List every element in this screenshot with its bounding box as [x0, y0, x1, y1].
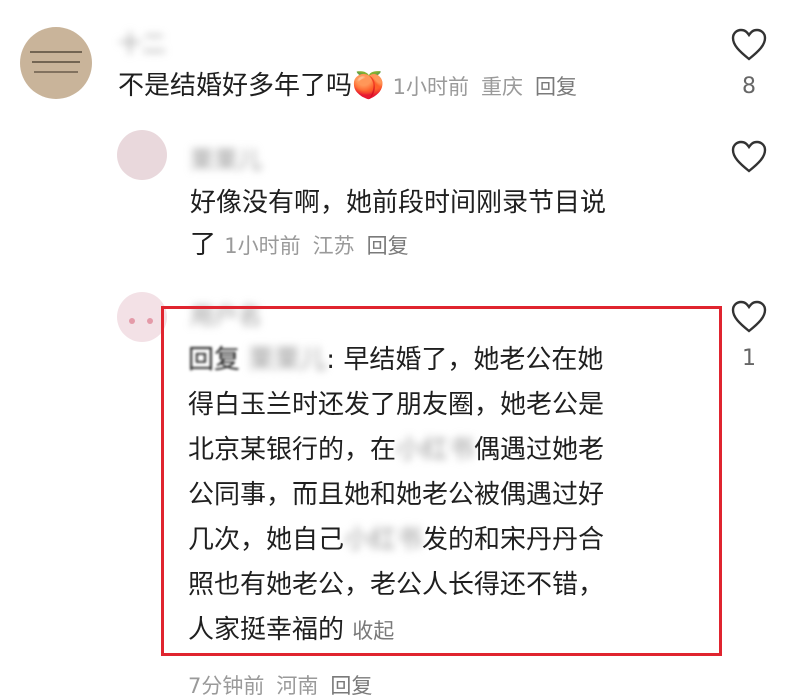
like-count: 1	[742, 346, 756, 371]
reply-button[interactable]: 回复	[330, 674, 372, 698]
reply-button[interactable]: 回复	[535, 75, 577, 99]
comment-text-content: 不是结婚好多年了吗	[118, 71, 353, 101]
comment-text-content: 了	[190, 230, 217, 260]
heart-icon[interactable]	[731, 300, 767, 334]
username[interactable]: 栗栗儿	[190, 140, 262, 175]
heart-icon[interactable]	[731, 140, 767, 174]
heart-icon[interactable]	[731, 28, 767, 62]
comment-text-line: 好像没有啊，她前段时间刚录节目说	[190, 188, 607, 218]
location: 重庆	[481, 75, 524, 99]
avatar[interactable]	[117, 292, 167, 342]
peach-emoji-icon: 🍑	[352, 71, 385, 101]
username[interactable]: 十二	[118, 24, 166, 59]
timestamp: 7分钟前	[188, 674, 265, 698]
location: 江苏	[312, 234, 355, 258]
like-count: 8	[742, 74, 756, 99]
comment-meta: 7分钟前 河南 回复	[188, 670, 384, 700]
location: 河南	[276, 674, 319, 698]
comment-meta: 1小时前 江苏 回复	[224, 234, 420, 258]
reply-button[interactable]: 回复	[367, 234, 409, 258]
avatar[interactable]	[20, 27, 92, 99]
avatar[interactable]	[117, 130, 167, 180]
comment-text-line: 了 1小时前 江苏 回复	[190, 225, 421, 266]
timestamp: 1小时前	[392, 75, 470, 99]
comment-text: 不是结婚好多年了吗🍑 1小时前 重庆 回复	[118, 66, 589, 107]
highlight-box	[161, 306, 722, 656]
comment-meta: 1小时前 重庆 回复	[393, 75, 589, 99]
timestamp: 1小时前	[224, 234, 301, 258]
